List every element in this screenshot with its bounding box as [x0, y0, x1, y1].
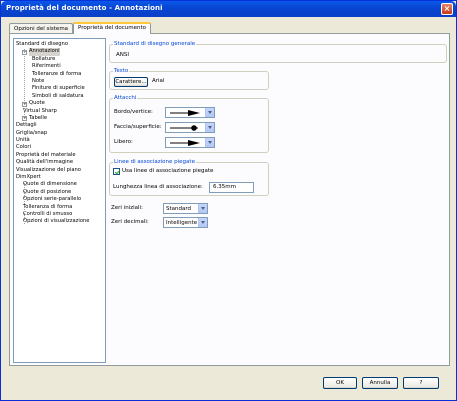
- tree-item[interactable]: Note: [14, 78, 105, 85]
- dialog-window: Proprietà del documento - Annotazioni × …: [0, 0, 457, 401]
- leading-zeros-label: Zeri iniziali:: [111, 205, 143, 211]
- tree-item[interactable]: Visualizzazione del piano: [14, 167, 105, 174]
- libero-label: Libero:: [114, 139, 133, 145]
- tree-item-label: Quote di posizione: [23, 188, 72, 195]
- tree-item-label: Opzioni di visualizzazione: [23, 218, 90, 225]
- tree-item-label: Bollature: [32, 55, 56, 62]
- trailing-zeros-select[interactable]: Intelligente: [163, 217, 208, 228]
- tree-item-label: Griglia/snap: [16, 129, 48, 136]
- bordo-vertice-label: Bordo/vertice:: [114, 109, 153, 115]
- tree-item-label: Tolleranza di forma: [23, 203, 73, 210]
- tree-item[interactable]: Standard di disegno: [14, 41, 105, 48]
- tree-item[interactable]: Simboli di saldatura: [14, 93, 105, 100]
- tree-item[interactable]: Griglia/snap: [14, 130, 105, 137]
- bent-leaders-checkbox[interactable]: [113, 168, 120, 175]
- tree-item-label: Tabelle: [29, 114, 48, 121]
- chevron-down-icon: [205, 108, 214, 117]
- trailing-zeros-label: Zeri decimali:: [111, 219, 149, 225]
- tree-item-label: Tolleranze di forma: [32, 70, 82, 77]
- tree-item[interactable]: Dettagli: [14, 122, 105, 129]
- standard-group-title: Standard di disegno generale: [113, 41, 197, 48]
- tree-item[interactable]: Tolleranza di forma: [14, 204, 105, 211]
- filled-arrow-icon: [170, 140, 200, 146]
- tree-item-label: Simboli di saldatura: [32, 92, 84, 99]
- tree-connector: [24, 49, 25, 119]
- bordo-vertice-select[interactable]: [165, 107, 215, 118]
- tree-item[interactable]: + Tabelle: [14, 115, 105, 122]
- bent-leaders-group-title: Linee di associazione piegate: [113, 159, 196, 166]
- faccia-superficie-label: Faccia/superficie:: [114, 124, 162, 130]
- close-button[interactable]: ×: [441, 3, 453, 15]
- font-button[interactable]: Carattere...: [114, 77, 148, 87]
- help-button[interactable]: ?: [403, 377, 439, 389]
- tree-item-label: Riferimenti: [32, 63, 61, 70]
- tree-item-label: Quote: [29, 100, 45, 107]
- tree-item-label: Unità: [16, 137, 30, 144]
- tree-item-label: Standard di disegno: [16, 41, 69, 47]
- testo-group-title: Testo: [113, 68, 130, 75]
- window-title: Proprietà del documento - Annotazioni: [6, 4, 163, 12]
- tree-item-label: Colori: [16, 144, 31, 151]
- tree-item[interactable]: Finiture di superficie: [14, 85, 105, 92]
- standard-group: Standard di disegno generale ANSI: [109, 41, 447, 63]
- attacchi-group-title: Attacchi: [113, 95, 138, 102]
- leading-zeros-select[interactable]: Standard: [163, 203, 208, 214]
- bent-leaders-checkbox-label: Usa linee di associazione piegate: [122, 168, 214, 174]
- faccia-superficie-select[interactable]: [165, 122, 215, 133]
- tree-item[interactable]: DimXpert: [14, 174, 105, 181]
- tree-item-label: Visualizzazione del piano: [16, 166, 81, 173]
- testo-group: Testo Carattere... Arial: [109, 68, 269, 90]
- tree-item-label: Note: [32, 77, 45, 84]
- tree-item[interactable]: Riferimenti: [14, 63, 105, 70]
- tree-item[interactable]: Controlli di smusso: [14, 211, 105, 218]
- cancel-button[interactable]: Annulla: [362, 377, 398, 389]
- tree-item[interactable]: Colori: [14, 144, 105, 151]
- standard-value: ANSI: [116, 52, 129, 58]
- leading-zeros-value: Standard: [166, 206, 192, 212]
- tree-item-label: Quote di dimensione: [23, 181, 77, 188]
- tree-item-label: Controlli di smusso: [23, 210, 73, 217]
- tree-item[interactable]: Opzioni serie-parallelo: [14, 196, 105, 203]
- close-icon: ×: [443, 4, 451, 13]
- filled-arrow-icon: [170, 110, 200, 116]
- tree-item[interactable]: Unità: [14, 137, 105, 144]
- tree-item[interactable]: Qualità dell'immagine: [14, 159, 105, 166]
- title-bar[interactable]: Proprietà del documento - Annotazioni ×: [1, 1, 456, 17]
- tree-item[interactable]: Tolleranze di forma: [14, 71, 105, 78]
- tree-item-label: Qualità dell'immagine: [16, 159, 74, 166]
- chevron-down-icon: [205, 123, 214, 132]
- font-name: Arial: [152, 78, 165, 84]
- tree-item-label: DimXpert: [16, 174, 41, 181]
- tree-item[interactable]: Quote di posizione: [14, 189, 105, 196]
- tree-item-label: Dettagli: [16, 122, 37, 129]
- tree-item-label: Finiture di superficie: [32, 85, 85, 92]
- tree-item[interactable]: Quote di dimensione: [14, 181, 105, 188]
- chevron-down-icon: [198, 204, 207, 213]
- leader-length-label: Lunghezza linea di associazione:: [113, 184, 203, 190]
- trailing-zeros-value: Intelligente: [166, 220, 198, 226]
- tree-item-label: Virtual Sharp: [23, 107, 57, 114]
- libero-select[interactable]: [165, 137, 215, 148]
- tree-item-label: Annotazioni: [29, 48, 60, 56]
- chevron-down-icon: [205, 138, 214, 147]
- tree-item[interactable]: Virtual Sharp: [14, 108, 105, 115]
- tree-item[interactable]: Opzioni di visualizzazione: [14, 218, 105, 225]
- bent-leaders-group: Linee di associazione piegate Usa linee …: [109, 159, 269, 196]
- tab-proprieta-documento[interactable]: Proprietà del documento: [73, 22, 151, 34]
- chevron-down-icon: [198, 218, 207, 227]
- attacchi-group: Attacchi Bordo/vertice: Faccia/superfici…: [109, 95, 269, 153]
- leader-length-input[interactable]: 6.35mm: [209, 182, 254, 193]
- options-tree[interactable]: Standard di disegno − Annotazioni Bollature…: [13, 38, 106, 363]
- tree-item[interactable]: Bollature: [14, 56, 105, 63]
- tree-item[interactable]: + Quote: [14, 100, 105, 107]
- tab-panel: Standard di disegno − Annotazioni Bollature…: [9, 33, 450, 366]
- tree-item-label: Opzioni serie-parallelo: [23, 196, 82, 203]
- ok-button[interactable]: OK: [323, 377, 357, 389]
- dot-arrow-icon: [170, 125, 198, 131]
- tree-connector: [24, 181, 25, 224]
- tree-item[interactable]: − Annotazioni: [14, 48, 105, 56]
